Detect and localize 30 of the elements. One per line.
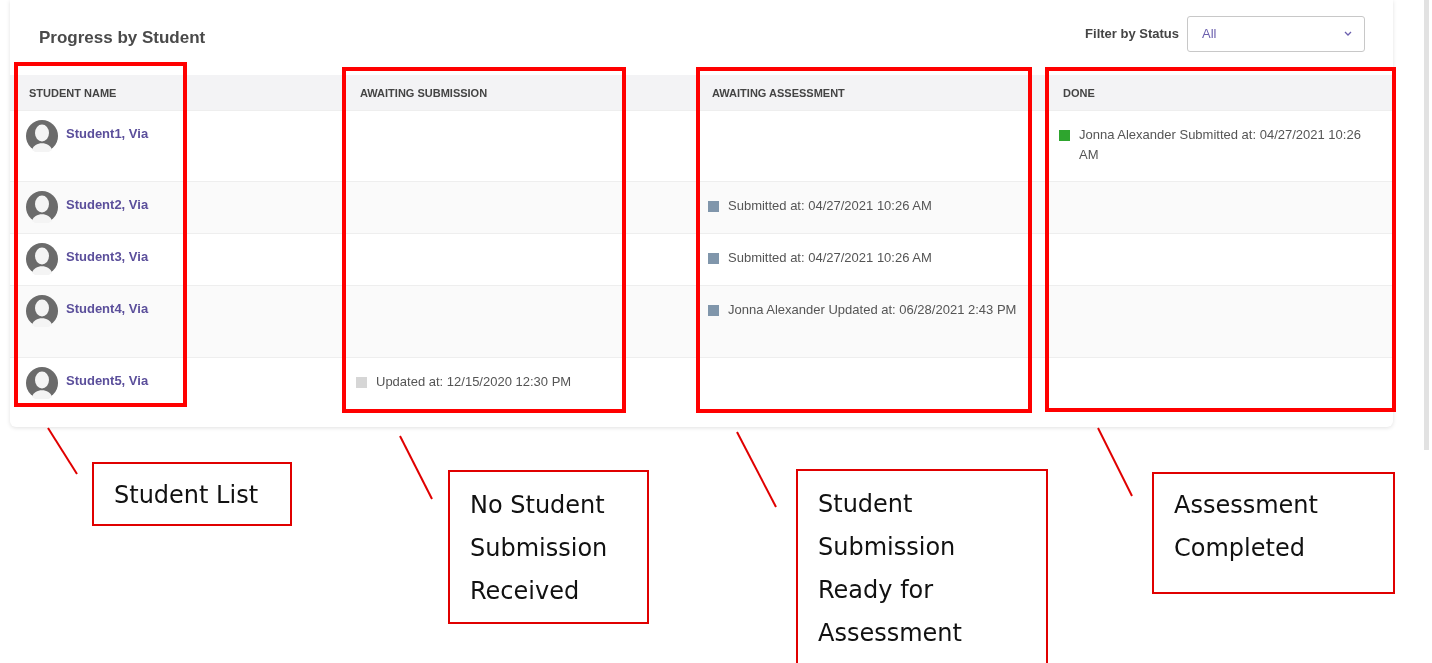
avatar-icon: [26, 295, 58, 327]
leader-line: [48, 428, 77, 474]
status-text: Jonna Alexander Submitted at: 04/27/2021 10:26 AM: [1079, 126, 1362, 164]
callout-label: Student Submission Ready for Assessment: [796, 469, 1048, 663]
filter-label: Filter by Status: [1085, 26, 1179, 41]
avatar-icon: [26, 243, 58, 275]
column-header: AWAITING ASSESSMENT: [693, 75, 1044, 110]
leader-line: [400, 436, 432, 499]
status-select[interactable]: All: [1187, 15, 1365, 52]
status-text: Jonna Alexander Updated at: 06/28/2021 2:43 PM: [728, 301, 1017, 319]
status-text: Updated at: 12/15/2020 12:30 PM: [376, 373, 572, 391]
student-link[interactable]: Student1, Via: [66, 126, 149, 141]
callout-label: Assessment Completed: [1152, 472, 1395, 594]
student-link[interactable]: Student5, Via: [66, 373, 149, 388]
avatar-icon: [26, 120, 58, 152]
student-link[interactable]: Student2, Via: [66, 197, 149, 212]
avatar-icon: [26, 191, 58, 223]
column-header: DONE: [1044, 75, 1393, 110]
column-header: AWAITING SUBMISSION: [341, 75, 693, 110]
status-text: Submitted at: 04/27/2021 10:26 AM: [728, 197, 932, 215]
column-header: STUDENT NAME: [10, 75, 341, 110]
leader-line: [1098, 428, 1132, 496]
card-title: Progress by Student: [39, 27, 206, 48]
student-link[interactable]: Student3, Via: [66, 249, 149, 264]
callout-label: Student List: [92, 462, 292, 526]
callout-label: No Student Submission Received: [448, 470, 649, 624]
status-text: Submitted at: 04/27/2021 10:26 AM: [728, 249, 932, 267]
avatar-icon: [26, 367, 58, 399]
chevron-down-icon: [1344, 31, 1352, 36]
student-link[interactable]: Student4, Via: [66, 301, 149, 316]
